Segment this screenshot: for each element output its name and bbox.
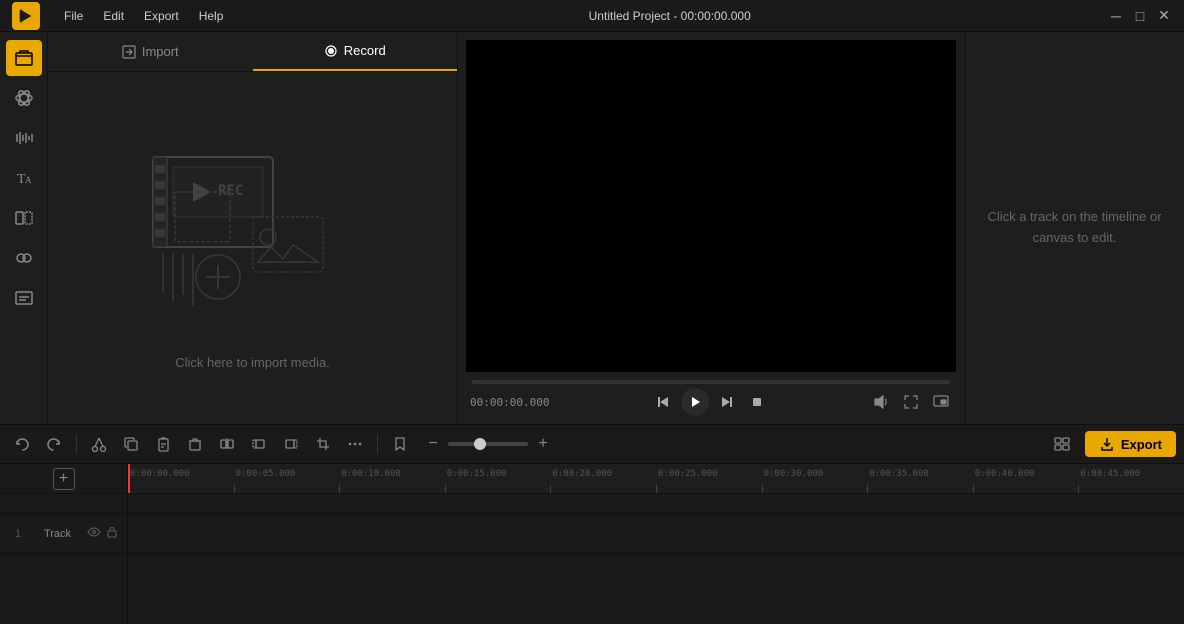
transport-buttons xyxy=(651,388,769,416)
split-button[interactable] xyxy=(213,430,241,458)
menu-file[interactable]: File xyxy=(56,7,91,25)
title-bar: File Edit Export Help Untitled Project -… xyxy=(0,0,1184,32)
properties-panel: Click a track on the timeline or canvas … xyxy=(964,32,1184,424)
sidebar-item-subtitles[interactable] xyxy=(6,280,42,316)
volume-button[interactable] xyxy=(870,391,892,413)
ruler-mark: 0:00:20.000 xyxy=(550,485,551,493)
svg-text:A: A xyxy=(25,175,32,185)
zoom-handle xyxy=(474,438,486,450)
stop-button[interactable] xyxy=(745,390,769,414)
zoom-slider[interactable] xyxy=(448,442,528,446)
preview-panel: 00:00:00.000 xyxy=(458,32,964,424)
track-lock-button[interactable] xyxy=(105,525,119,542)
pip-button[interactable] xyxy=(930,391,952,413)
window-controls: ─ □ ✕ xyxy=(1108,8,1172,24)
add-track-button[interactable]: + xyxy=(53,468,75,490)
ruler-mark: 0:00:15.000 xyxy=(445,485,446,493)
import-graphic: REC xyxy=(143,127,363,347)
zoom-in-button[interactable]: + xyxy=(532,433,554,455)
track-icons xyxy=(87,525,119,542)
ruler-mark: 0:00:45.000 xyxy=(1078,485,1079,493)
skip-back-button[interactable] xyxy=(651,390,675,414)
trim-right-button[interactable] xyxy=(277,430,305,458)
sidebar-item-text[interactable]: T A xyxy=(6,160,42,196)
menu-bar: File Edit Export Help xyxy=(56,7,231,25)
menu-help[interactable]: Help xyxy=(191,7,232,25)
track-labels: 1 Track xyxy=(0,494,128,624)
media-import-area[interactable]: REC Click her xyxy=(48,72,457,424)
timeline-area: + 0:00:00.0000:00:05.0000:00:10.0000:00:… xyxy=(0,464,1184,624)
zoom-out-button[interactable]: − xyxy=(422,433,444,455)
ruler-mark: 0:00:40.000 xyxy=(973,485,974,493)
panel-tabs: Import Record xyxy=(48,32,457,72)
zoom-control: − + xyxy=(422,433,554,455)
media-panel: Import Record xyxy=(48,32,458,424)
toolbar-right: Export xyxy=(1049,430,1176,458)
toolbar: − + Export xyxy=(0,424,1184,464)
track-label-row: 1 Track xyxy=(0,514,127,554)
copy-button[interactable] xyxy=(117,430,145,458)
sidebar-item-effects[interactable] xyxy=(6,80,42,116)
toolbar-separator-1 xyxy=(76,434,77,454)
cut-button[interactable] xyxy=(85,430,113,458)
right-controls xyxy=(870,391,952,413)
ruler-mark: 0:00:25.000 xyxy=(656,485,657,493)
properties-hint: Click a track on the timeline or canvas … xyxy=(985,207,1164,249)
time-display: 00:00:00.000 xyxy=(470,396,549,409)
sidebar-item-filters[interactable] xyxy=(6,240,42,276)
track-row-1[interactable] xyxy=(128,514,1184,554)
sidebar-item-audio[interactable] xyxy=(6,120,42,156)
timeline-ruler[interactable]: 0:00:00.0000:00:05.0000:00:10.0000:00:15… xyxy=(128,464,1184,493)
trim-left-button[interactable] xyxy=(245,430,273,458)
main-layout: T A xyxy=(0,32,1184,424)
sidebar-item-transitions[interactable] xyxy=(6,200,42,236)
sidebar-item-media[interactable] xyxy=(6,40,42,76)
app-logo xyxy=(12,2,40,30)
preview-controls: 00:00:00.000 xyxy=(458,372,964,424)
playhead xyxy=(128,464,130,493)
title-bar-left: File Edit Export Help xyxy=(12,2,231,30)
delete-button[interactable] xyxy=(181,430,209,458)
timeline-header: + 0:00:00.0000:00:05.0000:00:10.0000:00:… xyxy=(0,464,1184,494)
tab-import[interactable]: Import xyxy=(48,32,253,71)
track-content-empty xyxy=(128,494,1184,514)
ruler-mark: 0:00:35.000 xyxy=(867,485,868,493)
play-button[interactable] xyxy=(681,388,709,416)
menu-export[interactable]: Export xyxy=(136,7,187,25)
maximize-button[interactable]: □ xyxy=(1132,8,1148,24)
timeline-body: 1 Track xyxy=(0,494,1184,624)
storyboard-button[interactable] xyxy=(1049,430,1077,458)
undo-button[interactable] xyxy=(8,430,36,458)
ruler-mark: 0:00:30.000 xyxy=(762,485,763,493)
preview-progress-bar[interactable] xyxy=(472,380,950,384)
toolbar-separator-2 xyxy=(377,434,378,454)
add-track-area: + xyxy=(0,464,128,493)
tab-record[interactable]: Record xyxy=(253,32,458,71)
marker-button[interactable] xyxy=(386,430,414,458)
ruler-mark: 0:00:05.000 xyxy=(234,485,235,493)
track-name: Track xyxy=(36,528,79,540)
minimize-button[interactable]: ─ xyxy=(1108,8,1124,24)
redo-button[interactable] xyxy=(40,430,68,458)
more-tools-button[interactable] xyxy=(341,430,369,458)
track-number: 1 xyxy=(8,528,28,540)
track-visibility-button[interactable] xyxy=(87,525,101,542)
export-button[interactable]: Export xyxy=(1085,431,1176,457)
ruler-mark: 0:00:10.000 xyxy=(339,485,340,493)
crop-button[interactable] xyxy=(309,430,337,458)
fullscreen-button[interactable] xyxy=(900,391,922,413)
paste-button[interactable] xyxy=(149,430,177,458)
left-sidebar: T A xyxy=(0,32,48,424)
track-content xyxy=(128,494,1184,624)
preview-canvas[interactable] xyxy=(466,40,956,372)
window-title: Untitled Project - 00:00:00.000 xyxy=(589,9,751,23)
import-hint-text: Click here to import media. xyxy=(175,355,330,370)
skip-forward-button[interactable] xyxy=(715,390,739,414)
controls-row: 00:00:00.000 xyxy=(470,388,952,416)
close-button[interactable]: ✕ xyxy=(1156,8,1172,24)
menu-edit[interactable]: Edit xyxy=(95,7,132,25)
